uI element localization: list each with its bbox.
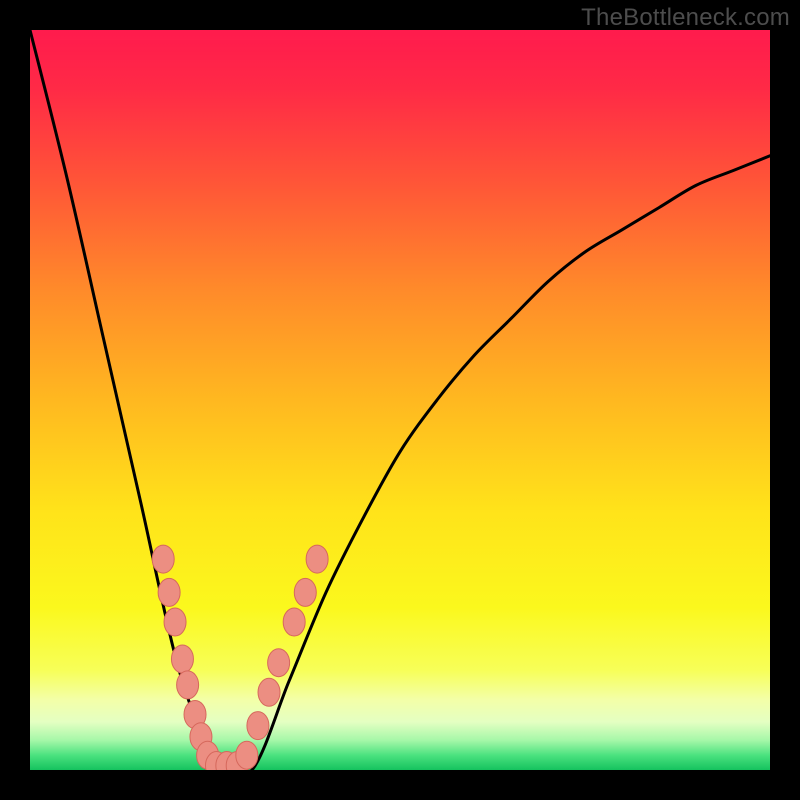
data-marker	[171, 645, 193, 673]
plot-area	[30, 30, 770, 770]
data-marker	[177, 671, 199, 699]
chart-frame: TheBottleneck.com	[0, 0, 800, 800]
data-marker	[152, 545, 174, 573]
data-marker	[236, 741, 258, 769]
bottleneck-chart	[30, 30, 770, 770]
data-marker	[258, 678, 280, 706]
data-marker	[247, 712, 269, 740]
gradient-background	[30, 30, 770, 770]
data-marker	[268, 649, 290, 677]
data-marker	[158, 578, 180, 606]
data-marker	[164, 608, 186, 636]
data-marker	[306, 545, 328, 573]
watermark-text: TheBottleneck.com	[581, 4, 790, 32]
data-marker	[294, 578, 316, 606]
data-marker	[283, 608, 305, 636]
